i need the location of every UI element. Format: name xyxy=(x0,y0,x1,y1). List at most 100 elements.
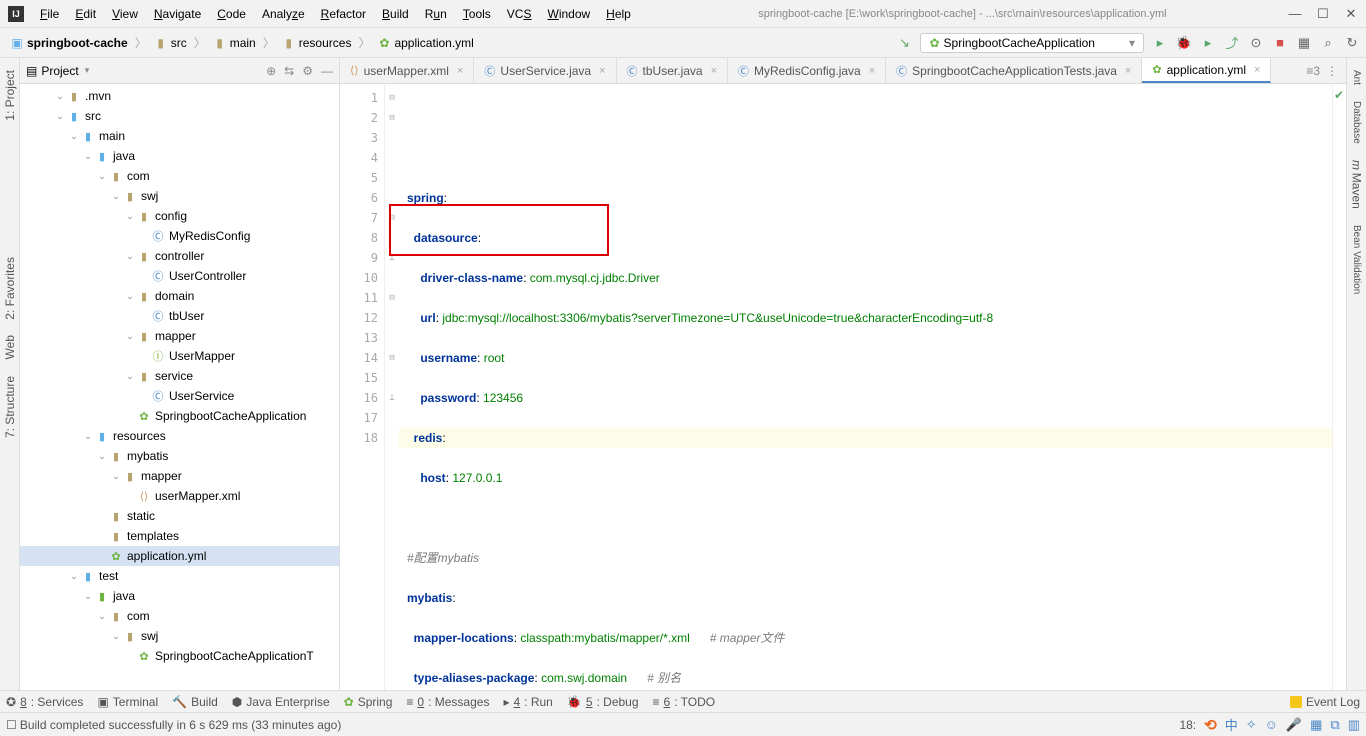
status-icon[interactable]: ☐ xyxy=(6,718,17,732)
menu-edit[interactable]: Edit xyxy=(69,5,102,23)
right-tab-bean-validation[interactable]: Bean Validation xyxy=(1349,217,1364,302)
breadcrumb-resources[interactable]: ▮resources xyxy=(278,34,356,52)
bottom-spring[interactable]: ✿ Spring xyxy=(344,695,393,709)
right-tab-maven[interactable]: m Maven xyxy=(1348,152,1366,217)
menu-vcs[interactable]: VCS xyxy=(501,5,538,23)
bottom-todo[interactable]: ≡ 6: TODO xyxy=(653,695,716,709)
profile-icon[interactable]: ⤴ xyxy=(1224,35,1240,51)
close-tab-icon[interactable]: × xyxy=(599,65,605,77)
project-tree[interactable]: ⌄▮.mvn⌄▮src⌄▮main⌄▮java⌄▮com⌄▮swj⌄▮confi… xyxy=(20,84,339,690)
tree-node[interactable]: ⌄▮src xyxy=(20,106,339,126)
breadcrumb-root[interactable]: ▣springboot-cache xyxy=(6,34,132,52)
debug-icon[interactable]: 🐞 xyxy=(1176,35,1192,51)
editor-tab[interactable]: ⒸSpringbootCacheApplicationTests.java× xyxy=(886,58,1142,83)
tree-node[interactable]: ⌄▮mapper xyxy=(20,326,339,346)
status-ic-2[interactable]: ✧ xyxy=(1246,717,1257,733)
tree-node[interactable]: ⌄▮mapper xyxy=(20,466,339,486)
close-tab-icon[interactable]: × xyxy=(1254,64,1260,76)
menu-build[interactable]: Build xyxy=(376,5,415,23)
minimize-icon[interactable]: — xyxy=(1288,6,1302,22)
tree-node[interactable]: ⟨⟩userMapper.xml xyxy=(20,486,339,506)
tree-node[interactable]: ⌄▮controller xyxy=(20,246,339,266)
tree-node[interactable]: ▮templates xyxy=(20,526,339,546)
tree-node[interactable]: ⌄▮java xyxy=(20,586,339,606)
tree-node[interactable]: ⒸMyRedisConfig xyxy=(20,226,339,246)
editor-tab[interactable]: ✿application.yml× xyxy=(1142,58,1271,83)
bottom-messages[interactable]: ≡ 0: Messages xyxy=(406,695,489,709)
close-tab-icon[interactable]: × xyxy=(1125,65,1131,77)
project-title[interactable]: Project xyxy=(41,64,78,78)
tree-node[interactable]: ⒾUserMapper xyxy=(20,346,339,366)
close-icon[interactable]: ✕ xyxy=(1344,6,1358,22)
bottom-build[interactable]: 🔨 Build xyxy=(172,695,218,709)
bottom-event-log[interactable]: Event Log xyxy=(1290,695,1360,709)
breadcrumb-main[interactable]: ▮main xyxy=(209,34,260,52)
tree-node[interactable]: ⌄▮mybatis xyxy=(20,446,339,466)
menu-analyze[interactable]: Analyze xyxy=(256,5,311,23)
tree-node[interactable]: ✿application.yml xyxy=(20,546,339,566)
hide-icon[interactable]: — xyxy=(321,64,333,78)
menu-run[interactable]: Run xyxy=(419,5,453,23)
fold-column[interactable]: ⊟⊟ ⊟ ⊥ ⊟ ⊟ ⊥ xyxy=(385,84,399,690)
layout-icon[interactable]: ▦ xyxy=(1296,35,1312,51)
tree-node[interactable]: ⒸtbUser xyxy=(20,306,339,326)
attach-icon[interactable]: ⊙ xyxy=(1248,35,1264,51)
menu-file[interactable]: File xyxy=(34,5,65,23)
tabs-overflow[interactable]: ≡3 ⋮ xyxy=(1298,58,1346,83)
tree-node[interactable]: ⌄▮config xyxy=(20,206,339,226)
bottom-run[interactable]: ▸ 4: Run xyxy=(503,695,552,709)
tree-node[interactable]: ✿SpringbootCacheApplicationT xyxy=(20,646,339,666)
menu-tools[interactable]: Tools xyxy=(457,5,497,23)
bottom-java-enterprise[interactable]: ⬢ Java Enterprise xyxy=(232,695,330,709)
close-tab-icon[interactable]: × xyxy=(457,65,463,77)
menu-view[interactable]: View xyxy=(106,5,144,23)
status-ic-1[interactable]: 中 xyxy=(1225,715,1238,734)
tree-node[interactable]: ⌄▮test xyxy=(20,566,339,586)
status-ic-3[interactable]: ☺ xyxy=(1265,717,1278,732)
status-ic-7[interactable]: ▥ xyxy=(1348,717,1360,733)
notification-icon[interactable]: ⟲ xyxy=(1204,716,1217,734)
status-ic-5[interactable]: ▦ xyxy=(1310,717,1322,733)
breadcrumb-src[interactable]: ▮src xyxy=(150,34,191,52)
editor-tab[interactable]: ⟨⟩userMapper.xml× xyxy=(340,58,474,83)
tree-node[interactable]: ⌄▮java xyxy=(20,146,339,166)
code-editor[interactable]: spring: datasource: driver-class-name: c… xyxy=(399,84,1332,690)
menu-window[interactable]: Window xyxy=(541,5,596,23)
tree-node[interactable]: ▮static xyxy=(20,506,339,526)
breadcrumb-file[interactable]: ✿application.yml xyxy=(373,34,477,52)
editor-tab[interactable]: ⒸUserService.java× xyxy=(474,58,616,83)
stop-icon[interactable]: ■ xyxy=(1272,35,1288,51)
collapse-icon[interactable]: ⇆ xyxy=(284,64,294,78)
maximize-icon[interactable]: ☐ xyxy=(1316,6,1330,22)
tree-node[interactable]: ⌄▮main xyxy=(20,126,339,146)
tree-node[interactable]: ⌄▮service xyxy=(20,366,339,386)
tree-node[interactable]: ⒸUserController xyxy=(20,266,339,286)
gear-icon[interactable]: ⚙ xyxy=(302,64,313,78)
bottom-services[interactable]: ✪ 8: Services xyxy=(6,695,83,709)
tree-node[interactable]: ⌄▮com xyxy=(20,166,339,186)
left-tab-favorites[interactable]: 2: Favorites xyxy=(1,249,19,328)
menu-help[interactable]: Help xyxy=(600,5,637,23)
left-tab-web[interactable]: Web xyxy=(1,327,19,367)
right-tab-ant[interactable]: Ant xyxy=(1349,62,1364,93)
back-icon[interactable]: ↘ xyxy=(896,35,912,51)
bottom-debug[interactable]: 🐞 5: Debug xyxy=(567,695,639,709)
menu-refactor[interactable]: Refactor xyxy=(315,5,372,23)
right-tab-database[interactable]: Database xyxy=(1349,93,1364,152)
tree-node[interactable]: ⌄▮swj xyxy=(20,186,339,206)
marker-column[interactable]: ✔ xyxy=(1332,84,1346,690)
search-icon[interactable]: ⌕ xyxy=(1320,35,1336,51)
close-tab-icon[interactable]: × xyxy=(869,65,875,77)
updates-icon[interactable]: ↻ xyxy=(1344,35,1360,51)
target-icon[interactable]: ⊕ xyxy=(266,64,276,78)
menu-code[interactable]: Code xyxy=(211,5,252,23)
close-tab-icon[interactable]: × xyxy=(711,65,717,77)
status-ic-4[interactable]: 🎤 xyxy=(1286,717,1302,733)
left-tab-project[interactable]: 1: Project xyxy=(1,62,19,129)
coverage-icon[interactable]: ▸ xyxy=(1200,35,1216,51)
tree-node[interactable]: ⌄▮.mvn xyxy=(20,86,339,106)
menu-navigate[interactable]: Navigate xyxy=(148,5,207,23)
editor-tab[interactable]: ⒸMyRedisConfig.java× xyxy=(728,58,886,83)
tree-node[interactable]: ⌄▮com xyxy=(20,606,339,626)
tree-node[interactable]: ⌄▮resources xyxy=(20,426,339,446)
